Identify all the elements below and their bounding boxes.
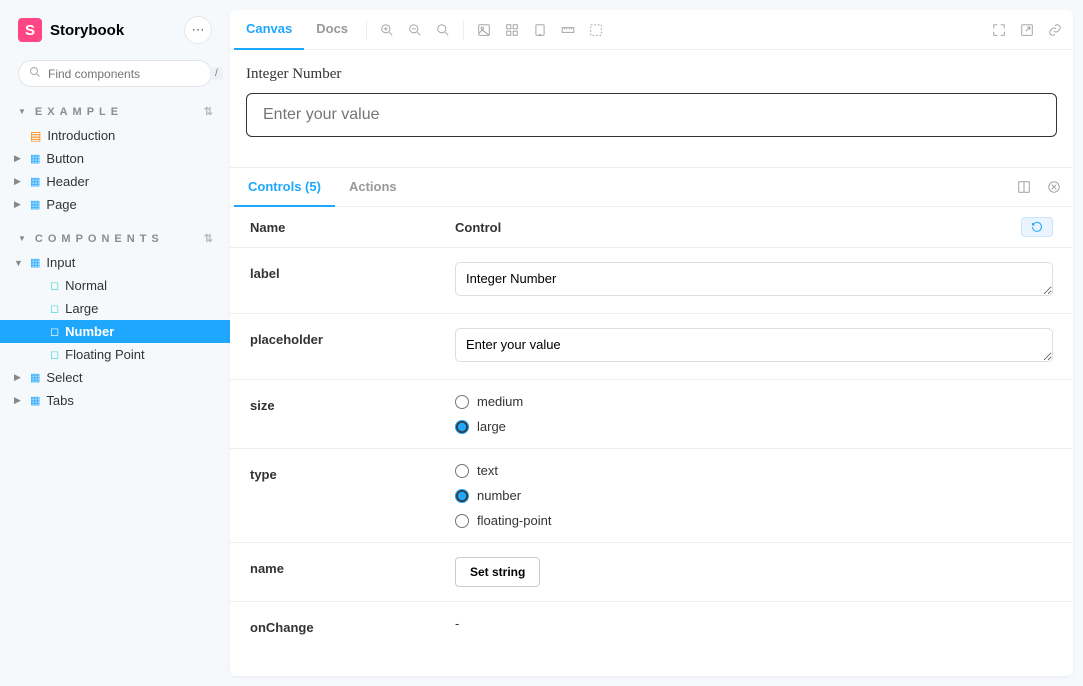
controls-table: Name Control label placeholder size medi…: [230, 207, 1073, 676]
grid-icon[interactable]: [498, 10, 526, 50]
measure-icon[interactable]: [554, 10, 582, 50]
story-label: Integer Number: [246, 66, 1057, 83]
control-row-type: type text number floating-point: [230, 449, 1073, 543]
section-components[interactable]: ▼ COMPONENTS ⇅: [0, 226, 230, 251]
radio-type-float[interactable]: floating-point: [455, 513, 1053, 528]
reset-button[interactable]: [1021, 217, 1053, 237]
radio-size-medium[interactable]: medium: [455, 394, 1053, 409]
controls-header: Name Control: [230, 207, 1073, 248]
component-icon: ▦: [30, 256, 40, 269]
search-icon: [29, 66, 41, 81]
open-tab-icon[interactable]: [1013, 10, 1041, 50]
story-icon: ◻: [50, 302, 59, 315]
toolbar: Canvas Docs: [230, 10, 1073, 50]
zoom-in-icon[interactable]: [373, 10, 401, 50]
brand-name: Storybook: [50, 22, 176, 39]
control-name: name: [250, 557, 455, 576]
control-row-size: size medium large: [230, 380, 1073, 449]
control-name: onChange: [250, 616, 455, 635]
addon-bar: Controls (5) Actions: [230, 167, 1073, 207]
sidebar-item-tabs[interactable]: ▶▦Tabs: [0, 389, 230, 412]
canvas-area: Integer Number: [230, 50, 1073, 167]
preview-panel: Canvas Docs Integer Number Controls (5): [230, 10, 1073, 676]
search-box[interactable]: /: [18, 60, 212, 87]
main: Canvas Docs Integer Number Controls (5): [230, 0, 1083, 686]
sidebar-header: S Storybook ⋯: [0, 0, 230, 60]
sidebar-item-header[interactable]: ▶▦Header: [0, 170, 230, 193]
header-control: Control: [455, 220, 1021, 235]
tab-controls[interactable]: Controls (5): [234, 167, 335, 207]
control-name: type: [250, 463, 455, 482]
sidebar-item-input[interactable]: ▼▦Input: [0, 251, 230, 274]
background-icon[interactable]: [470, 10, 498, 50]
story-input[interactable]: [246, 93, 1057, 137]
control-label-input[interactable]: [455, 262, 1053, 296]
tab-actions[interactable]: Actions: [335, 167, 411, 207]
tab-canvas[interactable]: Canvas: [234, 10, 304, 50]
control-name: size: [250, 394, 455, 413]
story-icon: ◻: [50, 348, 59, 361]
search-input[interactable]: [48, 67, 203, 81]
sidebar-item-introduction[interactable]: ▤Introduction: [0, 124, 230, 147]
copy-link-icon[interactable]: [1041, 10, 1069, 50]
sidebar: S Storybook ⋯ / ▼ EXAMPLE ⇅ ▤Introductio…: [0, 0, 230, 686]
storybook-logo: S: [18, 18, 42, 42]
header-name: Name: [250, 220, 455, 235]
radio-size-large[interactable]: large: [455, 419, 1053, 434]
zoom-reset-icon[interactable]: [429, 10, 457, 50]
component-icon: ▦: [30, 394, 40, 407]
control-placeholder-input[interactable]: [455, 328, 1053, 362]
doc-icon: ▤: [30, 129, 41, 143]
sidebar-item-input-float[interactable]: ◻Floating Point: [0, 343, 230, 366]
control-row-onchange: onChange -: [230, 602, 1073, 649]
sidebar-item-input-number[interactable]: ◻Number: [0, 320, 230, 343]
menu-button[interactable]: ⋯: [184, 16, 212, 44]
sort-icon[interactable]: ⇅: [204, 105, 212, 118]
sidebar-item-button[interactable]: ▶▦Button: [0, 147, 230, 170]
component-icon: ▦: [30, 152, 40, 165]
sidebar-item-select[interactable]: ▶▦Select: [0, 366, 230, 389]
control-onchange-value: -: [455, 616, 1053, 631]
sort-icon[interactable]: ⇅: [204, 232, 212, 245]
control-row-label: label: [230, 248, 1073, 314]
sidebar-item-page[interactable]: ▶▦Page: [0, 193, 230, 216]
sidebar-item-input-normal[interactable]: ◻Normal: [0, 274, 230, 297]
component-icon: ▦: [30, 175, 40, 188]
fullscreen-icon[interactable]: [985, 10, 1013, 50]
component-icon: ▦: [30, 198, 40, 211]
set-string-button[interactable]: Set string: [455, 557, 540, 587]
sidebar-item-input-large[interactable]: ◻Large: [0, 297, 230, 320]
tab-docs[interactable]: Docs: [304, 10, 360, 50]
control-row-name: name Set string: [230, 543, 1073, 602]
outline-icon[interactable]: [582, 10, 610, 50]
control-name: label: [250, 262, 455, 281]
component-icon: ▦: [30, 371, 40, 384]
story-icon: ◻: [50, 325, 59, 338]
control-name: placeholder: [250, 328, 455, 347]
control-row-placeholder: placeholder: [230, 314, 1073, 380]
radio-type-number[interactable]: number: [455, 488, 1053, 503]
radio-type-text[interactable]: text: [455, 463, 1053, 478]
story-icon: ◻: [50, 279, 59, 292]
addon-orientation-icon[interactable]: [1009, 167, 1039, 207]
section-example[interactable]: ▼ EXAMPLE ⇅: [0, 99, 230, 124]
zoom-out-icon[interactable]: [401, 10, 429, 50]
search-shortcut: /: [210, 67, 223, 80]
addon-close-icon[interactable]: [1039, 167, 1069, 207]
viewport-icon[interactable]: [526, 10, 554, 50]
